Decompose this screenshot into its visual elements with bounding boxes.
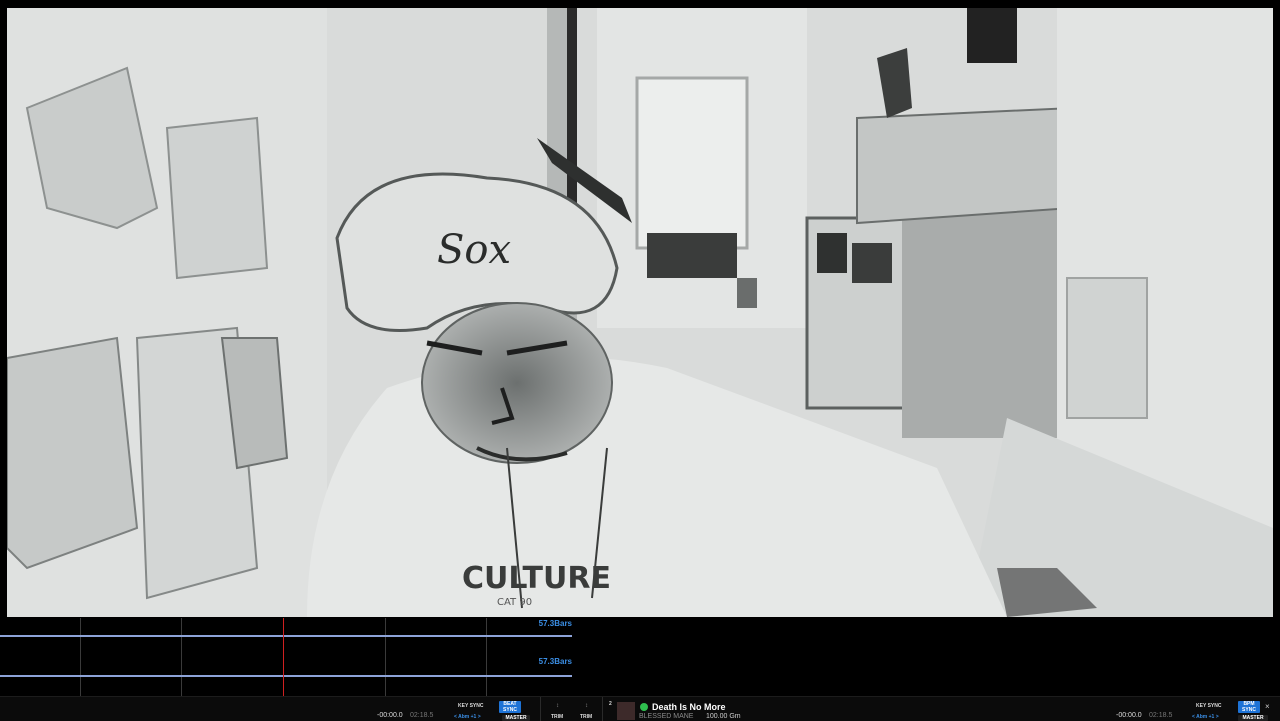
beat-marker (486, 618, 487, 696)
deck1-time-total: 02:18.5 (410, 712, 434, 719)
shirt-text: CULTURE (462, 561, 611, 596)
deck2-track-artist: BLESSED MANE (639, 713, 694, 720)
deck2-key-sync-button[interactable]: KEY SYNC (1196, 703, 1221, 709)
deck2-key-shift[interactable]: < Abm +1 > (1192, 714, 1219, 720)
video-image: Sox CULTURE CAT 90 (7, 8, 1273, 617)
deck1-beatgrid-line (0, 635, 572, 637)
deck2-beatgrid-line (0, 675, 572, 677)
deck2-bars-readout: 57.3Bars (538, 657, 572, 666)
track-loaded-icon (640, 703, 648, 711)
divider (540, 697, 541, 721)
shirt-subtext: CAT 90 (497, 597, 532, 608)
deck1-key-sync-button[interactable]: KEY SYNC (458, 703, 483, 709)
video-frame: Sox CULTURE CAT 90 (7, 8, 1273, 617)
deck1-beat-sync-button[interactable]: BEAT SYNC (499, 701, 521, 713)
deck2-time-remaining: -00:00.0 (1116, 712, 1142, 719)
deck1-trim2-label[interactable]: TRIM (580, 714, 592, 720)
close-icon[interactable]: × (1265, 702, 1270, 711)
beat-marker (385, 618, 386, 696)
divider (602, 697, 603, 721)
beat-marker (181, 618, 182, 696)
deck1-master-button[interactable]: MASTER (502, 715, 530, 721)
deck2-number: 2 (609, 701, 612, 707)
deck1-trim2-arrow-icon[interactable]: ↕ (585, 703, 588, 709)
deck1-bars-readout: 57.3Bars (538, 619, 572, 628)
playhead-marker[interactable] (283, 618, 284, 696)
deck1-time-remaining: -00:00.0 (377, 712, 403, 719)
album-art (617, 702, 635, 720)
beat-marker (80, 618, 81, 696)
deck2-time-total: 02:18.5 (1149, 712, 1173, 719)
deck2-master-button[interactable]: MASTER (1238, 715, 1268, 721)
deck2-bpm-sync-button[interactable]: BPM SYNC (1238, 701, 1260, 713)
deck-bar: -00:00.0 02:18.5 KEY SYNC < Abm +1 > BEA… (0, 696, 1280, 721)
deck2-track-title: Death Is No More (652, 702, 726, 712)
deck1-trim1-label[interactable]: TRIM (551, 714, 563, 720)
cap-logo: Sox (437, 227, 511, 273)
deck1-trim1-arrow-icon[interactable]: ↕ (556, 703, 559, 709)
deck1-key-shift[interactable]: < Abm +1 > (454, 714, 481, 720)
deck2-bpm: 100.00 Gm (706, 713, 741, 720)
beatgrid-panel[interactable]: 57.3Bars 57.3Bars (0, 618, 572, 696)
